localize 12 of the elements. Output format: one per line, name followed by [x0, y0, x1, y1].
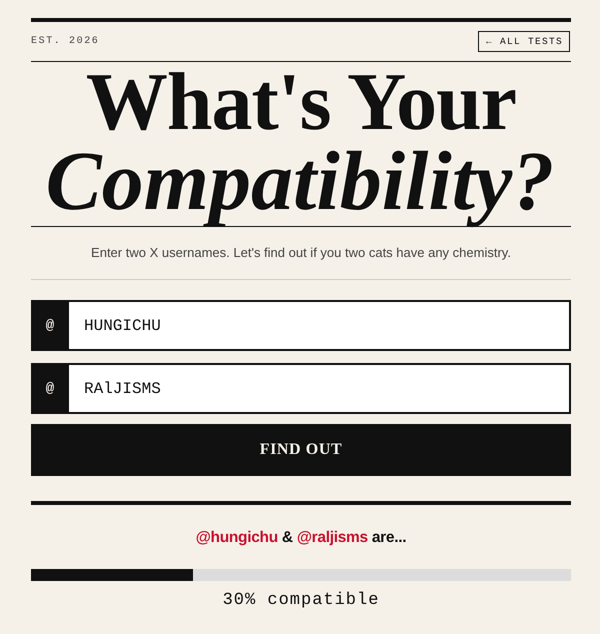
result-text: @hungichu & @raljisms are...: [194, 528, 408, 548]
at-prefix-label: @: [31, 363, 69, 414]
compatibility-reading: 30% compatible: [222, 590, 380, 610]
username-input-field[interactable]: RAlJISMS: [69, 363, 571, 414]
at-prefix-label: @: [31, 300, 69, 351]
find-out-button[interactable]: FIND OUT: [31, 424, 571, 476]
username-input-field[interactable]: HUNGICHU: [69, 300, 571, 351]
subtitle-text: Enter two X usernames. Let's find out if you two cats have any chemistry.: [31, 227, 571, 280]
page-title: Compatibility?: [44, 138, 556, 226]
all-tests-link[interactable]: ← ALL TESTS: [478, 31, 570, 52]
page-title: What's Your: [86, 66, 516, 138]
established-label: EST. 2026: [31, 36, 100, 47]
